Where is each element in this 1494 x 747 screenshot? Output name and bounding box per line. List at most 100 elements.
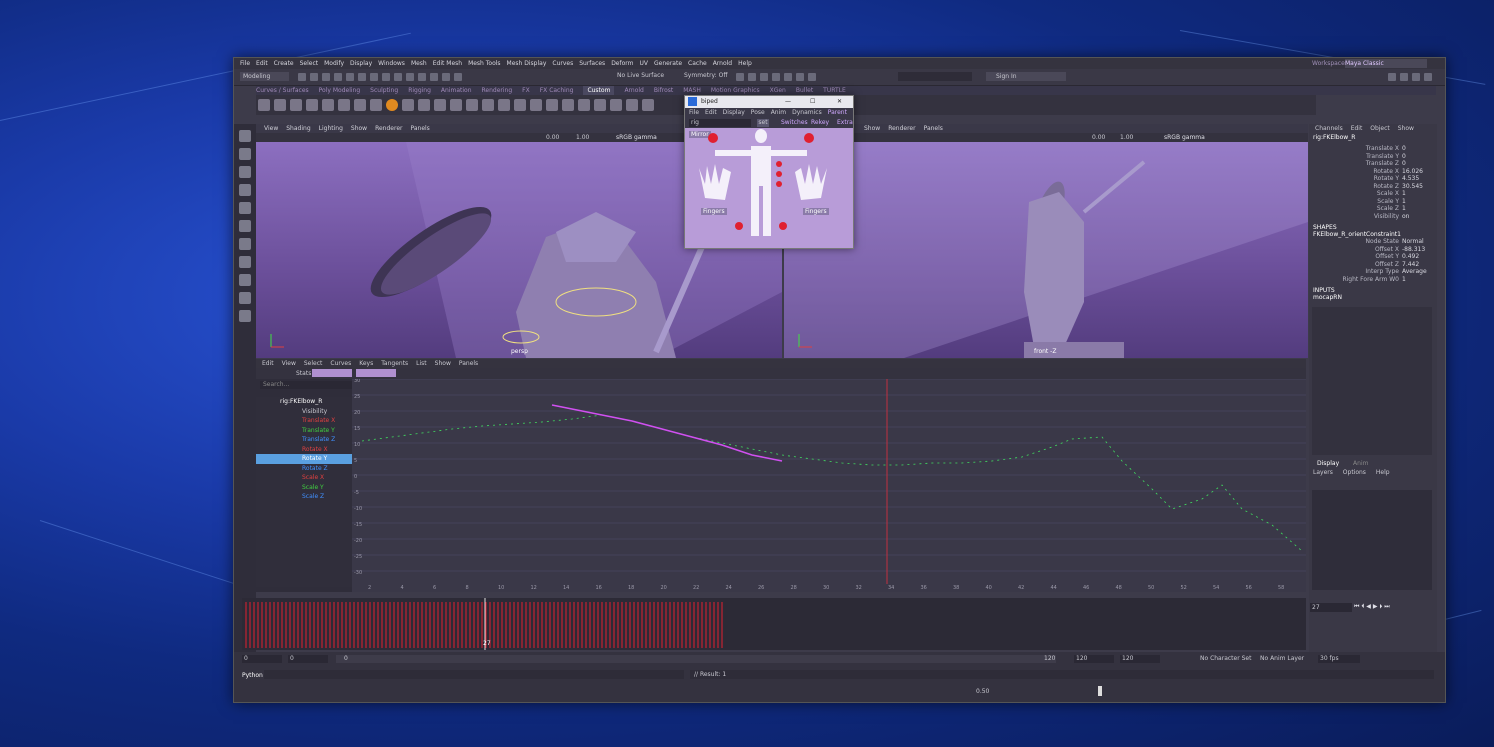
command-language[interactable]: Python <box>242 672 263 679</box>
picker-control[interactable] <box>776 171 782 177</box>
time-slider[interactable]: 27 <box>242 598 1306 650</box>
picker-menu-item[interactable]: Display <box>723 109 745 116</box>
two-view-icon[interactable] <box>239 292 251 304</box>
picker-torso[interactable] <box>751 146 771 186</box>
picker-control[interactable] <box>708 133 718 143</box>
tween-value[interactable]: 0.50 <box>976 688 989 695</box>
cb-tab[interactable]: Show <box>1398 125 1414 132</box>
shelf-tab[interactable]: Bifrost <box>654 86 673 95</box>
sign-in-button[interactable]: Sign In <box>986 72 1066 81</box>
graph-menu-item[interactable]: Curves <box>330 360 351 367</box>
modeling-toolkit-icon[interactable] <box>1388 73 1396 81</box>
viewport-front[interactable]: Show Renderer Panels 0.00 1.00 sRGB gamma … <box>784 124 1308 358</box>
shelf-tool-icon[interactable] <box>626 99 638 111</box>
picker-leg-left[interactable] <box>751 186 759 236</box>
shelf-tool-icon[interactable] <box>498 99 510 111</box>
picker-control[interactable] <box>804 133 814 143</box>
save-icon[interactable] <box>322 73 330 81</box>
shelf-tab[interactable]: Arnold <box>624 86 643 95</box>
open-icon[interactable] <box>310 73 318 81</box>
front-canvas[interactable]: front -Z <box>784 142 1308 358</box>
cb-tab[interactable]: Object <box>1370 125 1390 132</box>
range-slider[interactable] <box>336 655 1056 663</box>
cb-channel-value[interactable]: 0 <box>1402 160 1432 168</box>
menu-item[interactable]: Display <box>350 58 372 69</box>
shelf-tab[interactable]: FX <box>522 86 530 95</box>
picker-menu-item[interactable]: Parent <box>828 109 847 116</box>
layer-tab[interactable]: Display <box>1317 460 1339 467</box>
select-hierarchy-icon[interactable] <box>358 73 366 81</box>
shelf-tab[interactable]: MASH <box>683 86 701 95</box>
shelf-tool-icon[interactable] <box>594 99 606 111</box>
cb-channel-value[interactable]: 1 <box>1402 276 1432 284</box>
outliner-view-icon[interactable] <box>239 310 251 322</box>
undo-icon[interactable] <box>334 73 342 81</box>
pause-icon[interactable] <box>808 73 816 81</box>
outliner-item[interactable]: Scale X <box>256 473 352 483</box>
picker-menu-item[interactable]: File <box>689 109 699 116</box>
shelf-tool-icon[interactable] <box>642 99 654 111</box>
cb-channel-value[interactable]: 4.535 <box>1402 175 1432 183</box>
paint-select-icon[interactable] <box>239 166 251 178</box>
outliner-item[interactable]: Rotate Z <box>256 464 352 474</box>
outliner-item[interactable]: Scale Y <box>256 483 352 493</box>
history-icon[interactable] <box>736 73 744 81</box>
snap-grid-icon[interactable] <box>406 73 414 81</box>
menu-item[interactable]: Mesh Tools <box>468 58 500 69</box>
shelf-tool-icon[interactable] <box>290 99 302 111</box>
select-tool-icon[interactable] <box>239 130 251 142</box>
set-button[interactable]: set <box>757 119 769 127</box>
graph-menu-item[interactable]: Select <box>304 360 323 367</box>
picker-leg-right[interactable] <box>763 186 771 236</box>
shelf-tool-icon[interactable] <box>514 99 526 111</box>
character-set-dropdown[interactable]: No Character Set <box>1200 655 1251 662</box>
menu-item[interactable]: UV <box>640 58 649 69</box>
picker-menu-item[interactable]: Dynamics <box>792 109 822 116</box>
lasso-tool-icon[interactable] <box>239 148 251 160</box>
lock-icon[interactable] <box>394 73 402 81</box>
shelf-tool-icon[interactable] <box>322 99 334 111</box>
snap-point-icon[interactable] <box>430 73 438 81</box>
minimize-icon[interactable]: — <box>785 96 791 108</box>
menu-item[interactable]: Windows <box>378 58 405 69</box>
outliner-item[interactable]: Visibility <box>256 407 352 417</box>
outliner-item[interactable]: Scale Z <box>256 492 352 502</box>
cb-channel-value[interactable]: 1 <box>1402 198 1432 206</box>
viewport-menu-item[interactable]: Lighting <box>319 124 343 133</box>
picker-arm-left[interactable] <box>715 150 751 156</box>
shelf-tool-icon[interactable] <box>482 99 494 111</box>
command-line-input[interactable] <box>264 670 684 679</box>
menu-item[interactable]: Create <box>274 58 294 69</box>
menu-item[interactable]: Arnold <box>713 58 732 69</box>
shelf-tab-active[interactable]: Custom <box>583 86 615 95</box>
select-component-icon[interactable] <box>382 73 390 81</box>
four-view-icon[interactable] <box>239 274 251 286</box>
menu-item[interactable]: Deform <box>611 58 633 69</box>
cb-channel-value[interactable]: 1 <box>1402 205 1432 213</box>
menu-item[interactable]: Modify <box>324 58 344 69</box>
menu-item[interactable]: Help <box>738 58 752 69</box>
graph-menu-item[interactable]: Panels <box>459 360 478 367</box>
outliner-item[interactable]: Rotate X <box>256 445 352 455</box>
rig-dropdown[interactable]: rig <box>689 119 751 127</box>
graph-menu-item[interactable]: Edit <box>262 360 274 367</box>
cb-tab[interactable]: Channels <box>1315 125 1343 132</box>
picker-hand-right[interactable] <box>795 164 827 200</box>
cb-shape-row[interactable]: Node State Normal <box>1309 238 1437 246</box>
picker-control[interactable] <box>735 222 743 230</box>
last-tool-icon[interactable] <box>239 238 251 250</box>
orange-sphere-icon[interactable] <box>386 99 398 111</box>
menu-item[interactable]: Edit Mesh <box>433 58 462 69</box>
cb-channel-value[interactable]: -88.313 <box>1402 246 1432 254</box>
shelf-tool-icon[interactable] <box>434 99 446 111</box>
shelf-tab[interactable]: Animation <box>441 86 472 95</box>
cb-channel-value[interactable]: 30.545 <box>1402 183 1432 191</box>
render-icon[interactable] <box>748 73 756 81</box>
menu-item[interactable]: Mesh <box>411 58 427 69</box>
shelf-tool-icon[interactable] <box>258 99 270 111</box>
arnold-render-icon[interactable] <box>796 73 804 81</box>
cb-shape-row[interactable]: Offset X -88.313 <box>1309 246 1437 254</box>
color-space[interactable]: sRGB gamma <box>1164 134 1205 141</box>
picker-tab[interactable]: Rekey <box>811 119 829 126</box>
shelf-tool-icon[interactable] <box>418 99 430 111</box>
